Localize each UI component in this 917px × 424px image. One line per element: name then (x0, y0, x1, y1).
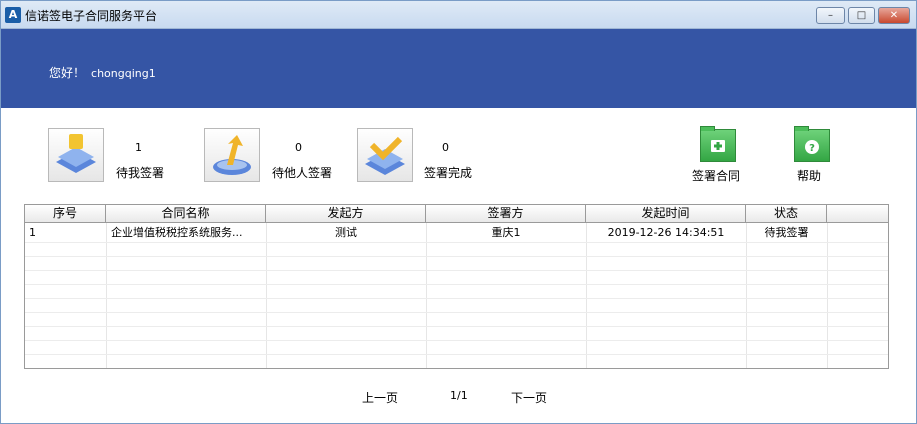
greeting-text: 您好！ (49, 66, 86, 80)
cell-status: 待我签署 (764, 226, 809, 239)
pending-others-label: 待他人签署 (272, 166, 333, 180)
header-banner: 您好！ chongqing1 (1, 29, 916, 108)
pending-others-count: 0 (295, 141, 302, 154)
pending-others-button[interactable] (204, 128, 260, 182)
cell-signer: 重庆1 (491, 226, 521, 239)
help-label: 帮助 (797, 169, 822, 183)
help-folder-icon: ? (805, 140, 819, 154)
minimize-button[interactable]: – (816, 7, 845, 24)
greeting: 您好！ chongqing1 (49, 64, 156, 81)
column-header-signer[interactable]: 签署方 (426, 205, 586, 223)
svg-text:?: ? (809, 143, 815, 154)
column-header-name[interactable]: 合同名称 (106, 205, 266, 223)
app-window: A 信诺签电子合同服务平台 – □ ✕ 您好！ chongqing1 1 待我签署… (0, 0, 917, 424)
completed-button[interactable] (357, 128, 413, 182)
help-button[interactable]: ? (794, 126, 830, 162)
pending-me-label: 待我签署 (116, 166, 165, 180)
cell-time: 2019-12-26 14:34:51 (607, 226, 725, 239)
cell-initiator: 测试 (335, 226, 357, 239)
cell-no: 1 (29, 226, 36, 239)
maximize-button[interactable]: □ (848, 7, 875, 24)
add-folder-icon (711, 140, 725, 152)
app-logo-icon: A (5, 7, 21, 23)
sign-contract-label: 签署合同 (692, 169, 741, 183)
pending-me-button[interactable] (48, 128, 104, 182)
next-page-button[interactable]: 下一页 (511, 389, 547, 406)
window-title: 信诺签电子合同服务平台 (25, 9, 158, 23)
page-indicator: 1/1 (450, 389, 468, 402)
sign-contract-button[interactable] (700, 126, 736, 162)
cell-contract-name: 企业增值税税控系统服务... (111, 226, 243, 239)
contracts-table[interactable]: 序号 合同名称 发起方 签署方 发起时间 状态 1 企业增值税税控系统服务...… (24, 204, 889, 369)
column-header-no[interactable]: 序号 (25, 205, 106, 223)
pending-others-icon (213, 135, 251, 175)
close-button[interactable]: ✕ (878, 7, 910, 24)
username: chongqing1 (91, 67, 156, 80)
completed-icon (365, 136, 405, 175)
column-header-initiator[interactable]: 发起方 (266, 205, 426, 223)
column-header-time[interactable]: 发起时间 (586, 205, 746, 223)
column-header-status[interactable]: 状态 (746, 205, 827, 223)
completed-count: 0 (442, 141, 449, 154)
prev-page-button[interactable]: 上一页 (362, 389, 398, 406)
column-header-empty (827, 205, 888, 223)
pending-me-count: 1 (135, 141, 142, 154)
title-bar: A 信诺签电子合同服务平台 – □ ✕ (1, 1, 916, 29)
pending-me-icon (56, 134, 96, 173)
completed-label: 签署完成 (424, 166, 473, 180)
